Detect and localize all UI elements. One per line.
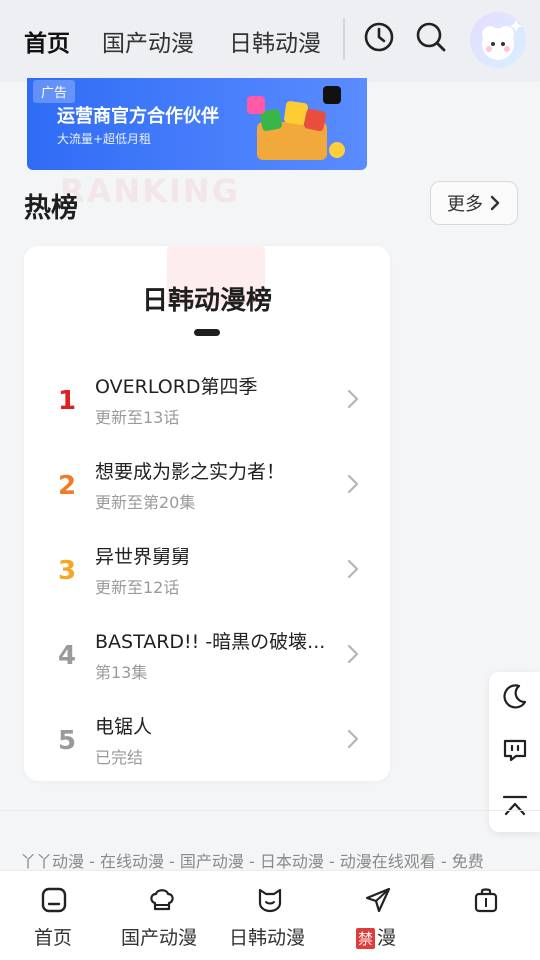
footer-divider [0,810,540,811]
list-item[interactable]: 1 OVERLORD第四季 更新至13话 [24,368,390,453]
bottom-tab-domestic[interactable]: 国产动漫 [108,871,216,960]
side-toolbar [489,672,540,832]
bottom-tab-bar: 首页 国产动漫 日韩动漫 禁漫 [0,870,540,960]
list-item[interactable]: 5 电锯人 已完结 [24,708,390,781]
rank-number: 3 [57,556,77,586]
back-to-top-icon[interactable] [501,792,529,820]
ranking-card: 日韩动漫榜 1 OVERLORD第四季 更新至13话 2 想要成为影之实力者！ … [24,246,390,781]
anime-title: 异世界舅舅 [95,546,191,568]
chevron-right-icon [347,644,359,664]
update-status: 更新至13话 [95,408,180,427]
more-button[interactable]: 更多 [430,181,518,225]
bottom-tab-label: 国产动漫 [121,927,198,949]
home-icon [41,887,67,913]
more-label: 更多 [447,194,483,215]
anime-title: 想要成为影之实力者！ [95,461,286,483]
bottom-tab-label-text: 漫 [377,927,397,949]
bottom-tab-label: 日韩动漫 [229,927,306,949]
ad-title: 运营商官方合作伙伴 [57,106,219,127]
anime-title: BASTARD!! -暗黒の破壊... [95,631,326,653]
ranking-watermark: RANKING [60,172,240,210]
anime-title: OVERLORD第四季 [95,376,258,398]
rank-number: 5 [57,726,77,756]
bottom-tab-forbidden[interactable]: 禁漫 [324,871,432,960]
bag-icon [474,888,498,913]
update-status: 已完结 [95,748,144,767]
bottom-tab-jp-kr[interactable]: 日韩动漫 [216,871,324,960]
update-status: 更新至12话 [95,578,180,597]
ad-tag: 广告 [33,80,76,103]
bottom-tab-label: 禁漫 [356,923,396,950]
top-header: 首页 国产动漫 日韩动漫 [0,0,540,82]
ranking-title: 日韩动漫榜 [141,286,272,316]
ad-banner[interactable]: 广告 运营商官方合作伙伴 大流量+超低月租 [27,78,367,170]
ad-subtitle: 大流量+超低月租 [57,132,152,146]
ad-illustration [247,86,345,160]
update-status: 第13集 [95,663,148,682]
history-icon[interactable] [362,20,396,54]
tab-jp-kr-anime[interactable]: 日韩动漫 [229,24,321,58]
search-icon[interactable] [414,20,448,54]
rank-number: 4 [57,641,77,671]
rank-number: 2 [57,471,77,501]
moon-icon[interactable] [501,682,529,710]
chevron-right-icon [347,729,359,749]
bottom-tab-label: 首页 [34,927,73,949]
tab-home[interactable]: 首页 [24,24,70,62]
chevron-right-icon [347,389,359,409]
forbidden-badge: 禁 [356,928,376,949]
chevron-right-icon [347,474,359,494]
title-underline [194,329,220,336]
chevron-right-icon [347,559,359,579]
bottom-tab-home[interactable]: 首页 [0,871,108,960]
list-item[interactable]: 3 异世界舅舅 更新至12话 [24,538,390,623]
list-item[interactable]: 2 想要成为影之实力者！ 更新至第20集 [24,453,390,538]
chef-hat-icon [150,889,174,911]
header-divider [343,18,345,60]
hot-section-title: 热榜 [24,193,78,224]
update-status: 更新至第20集 [95,493,196,512]
paper-plane-icon [365,887,391,913]
tab-domestic-anime[interactable]: 国产动漫 [102,24,194,58]
bottom-tab-more[interactable] [432,871,540,960]
chevron-right-icon [490,195,500,211]
cat-face-icon [258,888,282,913]
avatar[interactable] [470,12,526,68]
list-item[interactable]: 4 BASTARD!! -暗黒の破壊... 第13集 [24,623,390,708]
rank-number: 1 [57,386,77,416]
anime-title: 电锯人 [95,716,153,738]
feedback-icon[interactable] [501,736,529,764]
footer-links[interactable]: 丫丫动漫 - 在线动漫 - 国产动漫 - 日本动漫 - 动漫在线观看 - 免费 [20,848,530,872]
